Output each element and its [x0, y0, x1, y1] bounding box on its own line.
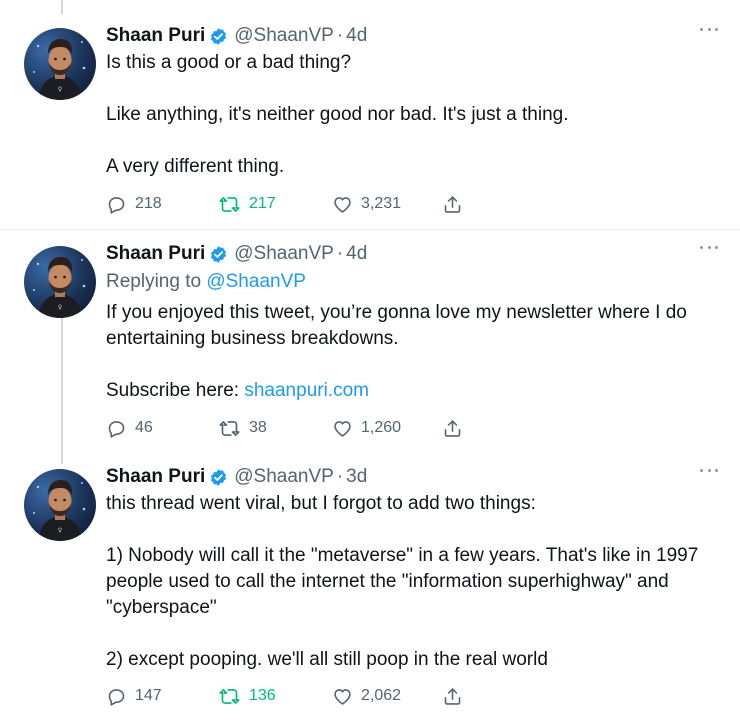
verified-badge-icon	[211, 245, 227, 263]
tweet-text: Is this a good or a bad thing? Like anyt…	[106, 50, 720, 180]
tweet-paragraph: 2) except pooping. we'll all still poop …	[106, 649, 548, 670]
tweet-text: If you enjoyed this tweet, you’re gonna …	[106, 300, 720, 404]
tweet-header: Shaan Puri @ShaanVP · 4d	[106, 22, 720, 50]
reply-count: 46	[135, 419, 153, 436]
retweet-icon	[219, 196, 240, 212]
tweet-timestamp[interactable]: 3d	[346, 466, 367, 488]
like-count: 3,231	[361, 195, 402, 212]
tweet[interactable]: ♀ Shaan Puri @ShaanVP · 3d this thread w…	[0, 463, 740, 718]
author-name[interactable]: Shaan Puri	[106, 243, 205, 265]
tweet-paragraph: 1) Nobody will call it the "metaverse" i…	[106, 545, 699, 618]
more-options-icon[interactable]	[700, 24, 718, 34]
svg-text:♀: ♀	[58, 527, 62, 534]
tweet-actions: 147 136 2,062	[106, 684, 720, 708]
author-handle[interactable]: @ShaanVP	[234, 25, 334, 47]
svg-text:♀: ♀	[58, 86, 62, 93]
tweet-header: Shaan Puri @ShaanVP · 4d	[106, 240, 720, 268]
tweet[interactable]: ♀ Shaan Puri @ShaanVP · 4d Is this a goo…	[0, 22, 740, 227]
tweet-paragraph: Subscribe here: shaanpuri.com	[106, 378, 720, 404]
tweet-divider	[0, 229, 740, 230]
like-heart-icon	[334, 688, 351, 705]
subscribe-label: Subscribe here:	[106, 380, 245, 401]
tweet-paragraph: A very different thing.	[106, 156, 285, 177]
tweet-timestamp[interactable]: 4d	[346, 243, 367, 265]
share-icon	[444, 195, 461, 213]
share-icon	[444, 687, 461, 705]
reply-count: 218	[135, 195, 162, 212]
thread-connector-line	[61, 0, 63, 14]
retweet-icon	[219, 420, 240, 436]
tweet-header: Shaan Puri @ShaanVP · 3d	[106, 463, 720, 491]
newsletter-link[interactable]: shaanpuri.com	[244, 380, 369, 401]
share-button[interactable]	[442, 684, 463, 708]
separator-dot: ·	[336, 466, 344, 487]
tweet[interactable]: ♀ Shaan Puri @ShaanVP · 4d Replying to @…	[0, 240, 740, 454]
reply-button[interactable]: 147	[106, 684, 162, 708]
replying-to: Replying to @ShaanVP	[106, 268, 720, 296]
tweet-paragraph: Is this a good or a bad thing?	[106, 52, 352, 73]
like-button[interactable]: 3,231	[332, 192, 401, 216]
separator-dot: ·	[336, 25, 344, 46]
tweet-content: Shaan Puri @ShaanVP · 4d Is this a good …	[106, 22, 720, 214]
author-name[interactable]: Shaan Puri	[106, 466, 205, 488]
like-heart-icon	[334, 196, 351, 213]
tweet-text: this thread went viral, but I forgot to …	[106, 491, 720, 673]
like-count: 1,260	[361, 419, 402, 436]
tweet-content: Shaan Puri @ShaanVP · 4d Replying to @Sh…	[106, 240, 720, 438]
like-count: 2,062	[361, 687, 402, 704]
retweet-count: 217	[249, 195, 276, 212]
share-button[interactable]	[442, 192, 463, 216]
avatar[interactable]: ♀	[24, 28, 96, 100]
more-options-icon[interactable]	[700, 242, 718, 252]
verified-badge-icon	[211, 468, 227, 486]
tweet-content: Shaan Puri @ShaanVP · 3d this thread wen…	[106, 463, 720, 706]
share-button[interactable]	[442, 416, 463, 440]
tweet-paragraph: If you enjoyed this tweet, you’re gonna …	[106, 302, 687, 349]
reply-button[interactable]: 46	[106, 416, 153, 440]
separator-dot: ·	[336, 243, 344, 264]
reply-icon	[108, 196, 125, 214]
like-button[interactable]: 1,260	[332, 416, 401, 440]
retweet-count: 136	[249, 687, 276, 704]
retweet-button[interactable]: 136	[218, 684, 276, 708]
retweet-icon	[219, 688, 240, 704]
more-options-icon[interactable]	[700, 465, 718, 475]
retweet-button[interactable]: 38	[218, 416, 267, 440]
author-handle[interactable]: @ShaanVP	[234, 466, 334, 488]
svg-text:♀: ♀	[58, 304, 62, 311]
retweet-count: 38	[249, 419, 267, 436]
retweet-button[interactable]: 217	[218, 192, 276, 216]
author-name[interactable]: Shaan Puri	[106, 25, 205, 47]
avatar[interactable]: ♀	[24, 469, 96, 541]
like-button[interactable]: 2,062	[332, 684, 401, 708]
replying-to-label: Replying to	[106, 271, 207, 292]
tweet-paragraph: this thread went viral, but I forgot to …	[106, 493, 536, 514]
verified-badge-icon	[211, 27, 227, 45]
reply-icon	[108, 688, 125, 706]
share-icon	[444, 419, 461, 437]
avatar[interactable]: ♀	[24, 246, 96, 318]
author-handle[interactable]: @ShaanVP	[234, 243, 334, 265]
reply-icon	[108, 420, 125, 438]
tweet-actions: 46 38 1,260	[106, 416, 720, 440]
reply-count: 147	[135, 687, 162, 704]
tweet-actions: 218 217 3,231	[106, 192, 720, 216]
tweet-timestamp[interactable]: 4d	[346, 25, 367, 47]
like-heart-icon	[334, 420, 351, 437]
replying-to-mention[interactable]: @ShaanVP	[206, 271, 306, 292]
tweet-paragraph: Like anything, it's neither good nor bad…	[106, 104, 569, 125]
reply-button[interactable]: 218	[106, 192, 162, 216]
